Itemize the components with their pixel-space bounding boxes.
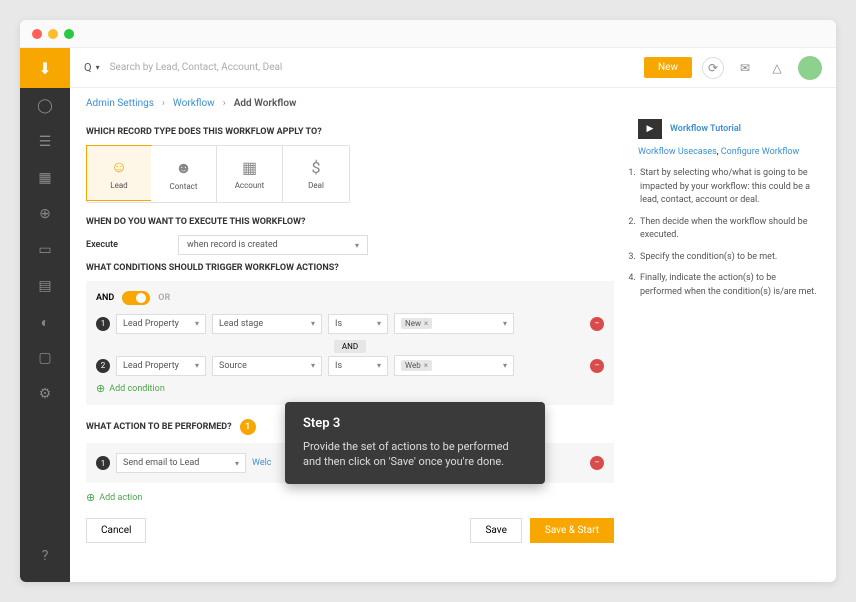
delete-action-button[interactable]: − xyxy=(590,456,604,470)
tutorial-link[interactable]: Workflow Tutorial xyxy=(670,124,741,134)
help-step: Finally, indicate the action(s) to be pe… xyxy=(638,272,820,299)
nav-calendar-icon[interactable]: ▤ xyxy=(20,268,70,304)
play-icon[interactable]: ▶ xyxy=(638,119,662,139)
contact-icon: ☻ xyxy=(175,158,192,178)
app-logo[interactable]: ⬇ xyxy=(20,48,70,88)
cond-field-select[interactable]: Lead stage xyxy=(212,314,322,334)
action-template-link[interactable]: Welc xyxy=(252,458,272,468)
save-start-button[interactable]: Save & Start xyxy=(530,518,614,543)
delete-condition-button[interactable]: − xyxy=(590,359,604,373)
onboarding-tooltip: Step 3 Provide the set of actions to be … xyxy=(285,402,545,484)
condition-row-2: 2 Lead Property Source Is Web − xyxy=(96,355,604,376)
action-number: 1 xyxy=(96,456,110,470)
window-titlebar xyxy=(20,20,836,48)
section-execute: WHEN DO YOU WANT TO EXECUTE THIS WORKFLO… xyxy=(86,217,614,227)
cond-field-select[interactable]: Source xyxy=(212,356,322,376)
record-type-deal[interactable]: $Deal xyxy=(283,146,349,202)
condition-row-1: 1 Lead Property Lead stage Is New − xyxy=(96,313,604,334)
nav-reports-icon[interactable]: ▭ xyxy=(20,232,70,268)
delete-condition-button[interactable]: − xyxy=(590,317,604,331)
condition-number: 1 xyxy=(96,317,110,331)
chevron-right-icon: › xyxy=(162,98,165,109)
configure-link[interactable]: Configure Workflow xyxy=(721,147,800,157)
and-label: AND xyxy=(96,293,114,303)
user-avatar[interactable] xyxy=(798,56,822,80)
record-type-lead[interactable]: ☺Lead xyxy=(86,145,152,201)
min-dot[interactable] xyxy=(48,29,58,39)
lead-icon: ☺ xyxy=(111,157,127,177)
add-condition-link[interactable]: Add condition xyxy=(96,382,604,395)
add-action-link[interactable]: Add action xyxy=(86,491,614,504)
help-step: Then decide when the workflow should be … xyxy=(638,216,820,243)
or-label: OR xyxy=(158,293,170,303)
cond-val-select[interactable]: Web xyxy=(394,355,514,376)
section-actions: WHAT ACTION TO BE PERFORMED? xyxy=(86,422,232,432)
section-conditions: WHAT CONDITIONS SHOULD TRIGGER WORKFLOW … xyxy=(86,263,614,273)
help-steps: Start by selecting who/what is going to … xyxy=(638,167,820,299)
help-step: Start by selecting who/what is going to … xyxy=(638,167,820,208)
refresh-icon[interactable]: ⟳ xyxy=(702,57,724,79)
mail-icon[interactable]: ✉ xyxy=(734,57,756,79)
breadcrumb-current: Add Workflow xyxy=(234,98,297,109)
execute-select[interactable]: when record is created xyxy=(178,235,368,255)
conditions-block: AND OR 1 Lead Property Lead stage Is New… xyxy=(86,281,614,405)
max-dot[interactable] xyxy=(64,29,74,39)
cond-op-select[interactable]: Is xyxy=(328,314,388,334)
record-type-selector: ☺Lead ☻Contact ▦Account $Deal xyxy=(86,145,350,203)
record-type-contact[interactable]: ☻Contact xyxy=(151,146,217,202)
execute-label: Execute xyxy=(86,240,118,250)
deal-icon: $ xyxy=(312,158,321,177)
tooltip-title: Step 3 xyxy=(303,416,527,431)
action-step-badge: 1 xyxy=(240,419,256,435)
section-record-type: WHICH RECORD TYPE DOES THIS WORKFLOW APP… xyxy=(86,127,614,137)
nav-settings-icon[interactable]: ⚙ xyxy=(20,376,70,412)
usecases-link[interactable]: Workflow Usecases xyxy=(638,147,717,157)
bell-icon[interactable]: △ xyxy=(766,57,788,79)
tooltip-body: Provide the set of actions to be perform… xyxy=(303,439,527,470)
nav-help-icon[interactable]: ? xyxy=(20,538,70,574)
nav-user-icon[interactable]: ◯ xyxy=(20,88,70,124)
condition-join: AND xyxy=(334,340,366,353)
help-step: Specify the condition(s) to be met. xyxy=(638,251,820,265)
condition-number: 2 xyxy=(96,359,110,373)
cancel-button[interactable]: Cancel xyxy=(86,518,146,543)
nav-deals-icon[interactable]: ⊕ xyxy=(20,196,70,232)
record-type-account[interactable]: ▦Account xyxy=(217,146,283,202)
nav-contacts-icon[interactable]: ☰ xyxy=(20,124,70,160)
and-or-toggle[interactable] xyxy=(122,291,150,305)
nav-analytics-icon[interactable]: ◐ xyxy=(20,304,70,340)
breadcrumb-admin[interactable]: Admin Settings xyxy=(86,98,154,109)
top-bar: Q▾ Search by Lead, Contact, Account, Dea… xyxy=(70,48,836,88)
cond-op-select[interactable]: Is xyxy=(328,356,388,376)
help-sidebar: ▶ Workflow Tutorial Workflow Usecases, C… xyxy=(630,119,820,570)
breadcrumb-workflow[interactable]: Workflow xyxy=(173,98,215,109)
cond-prop-select[interactable]: Lead Property xyxy=(116,314,206,334)
cond-val-select[interactable]: New xyxy=(394,313,514,334)
action-type-select[interactable]: Send email to Lead xyxy=(116,453,246,473)
cond-prop-select[interactable]: Lead Property xyxy=(116,356,206,376)
chevron-right-icon: › xyxy=(223,98,226,109)
account-icon: ▦ xyxy=(242,158,257,177)
side-navigation: ⬇ ◯ ☰ ▦ ⊕ ▭ ▤ ◐ ▢ ⚙ ? xyxy=(20,48,70,582)
close-dot[interactable] xyxy=(32,29,42,39)
nav-display-icon[interactable]: ▢ xyxy=(20,340,70,376)
new-button[interactable]: New xyxy=(644,57,692,78)
save-button[interactable]: Save xyxy=(470,518,521,543)
quick-menu[interactable]: Q▾ xyxy=(84,61,100,74)
breadcrumb: Admin Settings › Workflow › Add Workflow xyxy=(70,88,836,119)
nav-accounts-icon[interactable]: ▦ xyxy=(20,160,70,196)
search-input[interactable]: Search by Lead, Contact, Account, Deal xyxy=(110,62,634,73)
